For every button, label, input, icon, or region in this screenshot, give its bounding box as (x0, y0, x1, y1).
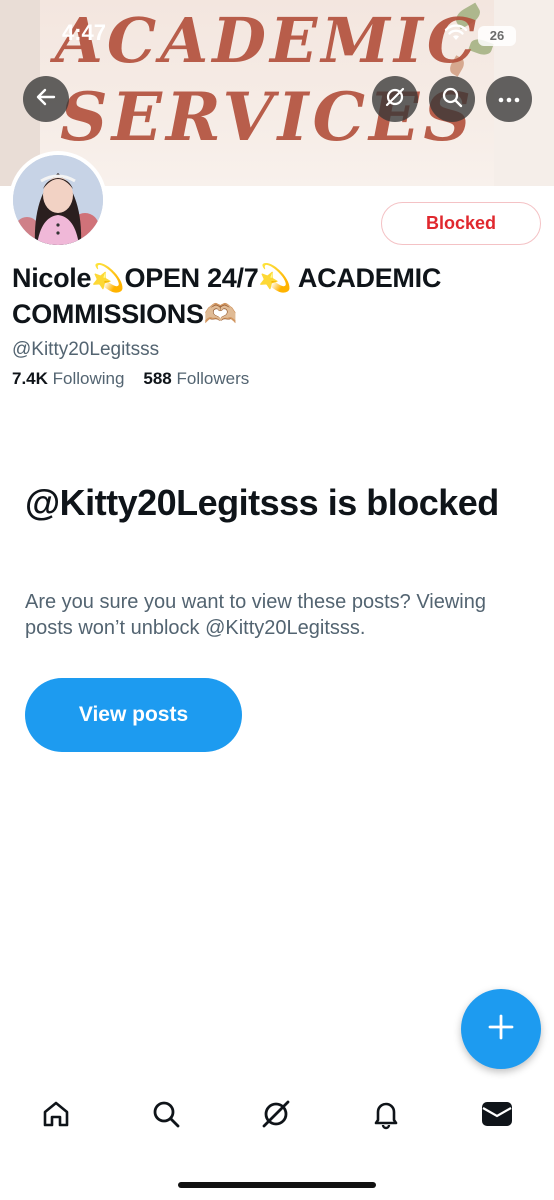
search-icon (150, 1098, 182, 1135)
followers-link[interactable]: 588 Followers (143, 369, 249, 388)
blocked-button[interactable]: Blocked (381, 202, 541, 245)
follow-counts: 7.4K Following 588 Followers (12, 369, 249, 389)
back-button[interactable] (23, 76, 69, 122)
profile-name: Nicole💫OPEN 24/7💫 ACADEMIC COMMISSIONS🫶🏼 (12, 260, 542, 332)
back-arrow-icon (35, 86, 57, 113)
banner-text-line2: SERVICES (59, 78, 476, 156)
followers-label: Followers (176, 369, 250, 388)
avatar[interactable] (9, 151, 107, 249)
search-button[interactable] (429, 76, 475, 122)
battery-indicator: 26 (478, 25, 516, 46)
home-icon (40, 1098, 72, 1135)
blocked-notice-title: @Kitty20Legitsss is blocked (25, 482, 499, 523)
profile-name-line2: COMMISSIONS🫶🏼 (12, 299, 238, 329)
bell-icon (370, 1098, 402, 1135)
search-icon (441, 86, 463, 113)
profile-handle: @Kitty20Legitsss (12, 339, 160, 360)
home-indicator (178, 1182, 376, 1188)
status-time: 4:47 (62, 20, 107, 45)
status-indicators: 26 (444, 24, 516, 47)
grok-icon (259, 1097, 293, 1136)
wifi-icon (444, 24, 468, 47)
tab-messages[interactable] (477, 1096, 517, 1136)
following-count: 7.4K (12, 369, 48, 388)
grok-icon (383, 85, 407, 114)
profile-name-line1: Nicole💫OPEN 24/7💫 ACADEMIC (12, 263, 442, 293)
tab-search[interactable] (146, 1096, 186, 1136)
bottom-tab-bar (0, 1082, 554, 1150)
followers-count: 588 (143, 369, 172, 388)
blocked-notice-description: Are you sure you want to view these post… (25, 591, 486, 639)
more-icon (498, 90, 520, 108)
compose-button[interactable] (461, 989, 541, 1069)
tab-grok[interactable] (256, 1096, 296, 1136)
following-link[interactable]: 7.4K Following (12, 369, 124, 388)
tab-notifications[interactable] (366, 1096, 406, 1136)
mail-icon (480, 1099, 514, 1134)
grok-button[interactable] (372, 76, 418, 122)
more-button[interactable] (486, 76, 532, 122)
following-label: Following (52, 369, 125, 388)
plus-icon (488, 1014, 514, 1045)
tab-home[interactable] (36, 1096, 76, 1136)
view-posts-button[interactable]: View posts (25, 678, 242, 752)
banner-text-line1: ACADEMIC (54, 4, 481, 77)
